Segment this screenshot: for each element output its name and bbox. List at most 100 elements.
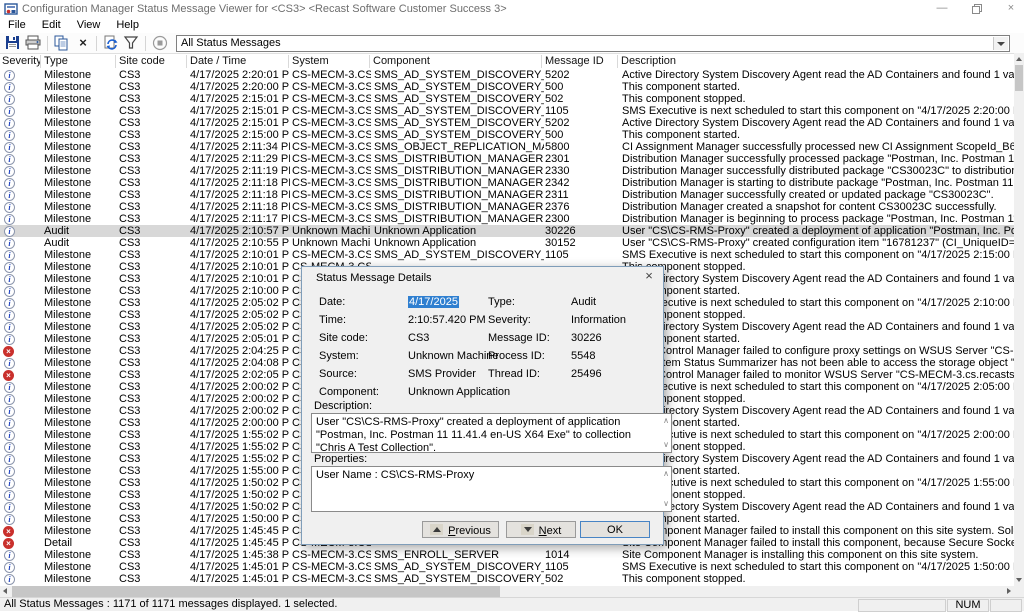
menu-item-file[interactable]: File	[0, 18, 34, 33]
table-row[interactable]: iMilestoneCS34/17/2025 2:11:17 PMCS-MECM…	[0, 213, 1014, 225]
copy-icon	[54, 35, 69, 51]
horizontal-scrollbar[interactable]	[0, 586, 1014, 597]
cell-system: Unknown Machi...	[292, 237, 371, 249]
table-row[interactable]: iMilestoneCS34/17/2025 2:11:29 PMCS-MECM…	[0, 153, 1014, 165]
menu-item-help[interactable]: Help	[108, 18, 147, 33]
refresh-button[interactable]	[103, 35, 121, 52]
copy-button[interactable]	[54, 35, 72, 52]
menu-item-view[interactable]: View	[69, 18, 109, 33]
ok-button[interactable]: OK	[580, 521, 650, 538]
scroll-left-icon[interactable]	[3, 588, 7, 594]
table-row[interactable]: iAuditCS34/17/2025 2:10:55 PMUnknown Mac…	[0, 237, 1014, 249]
cell-type: Milestone	[44, 525, 117, 537]
severity-cell: i	[0, 321, 38, 333]
table-row[interactable]: iMilestoneCS34/17/2025 2:15:01 PMCS-MECM…	[0, 93, 1014, 105]
vertical-scroll-thumb[interactable]	[1015, 65, 1023, 91]
scroll-right-icon[interactable]	[1007, 588, 1011, 594]
table-row[interactable]: iMilestoneCS34/17/2025 2:11:18 PMCS-MECM…	[0, 201, 1014, 213]
cell-date_time: 4/17/2025 2:11:34 PM	[190, 141, 290, 153]
cell-date_time: 4/17/2025 2:05:02 PM	[190, 297, 290, 309]
cell-system: CS-MECM-3.CS....	[292, 165, 371, 177]
cell-description: This component started.	[622, 417, 1014, 429]
cell-date_time: 4/17/2025 2:15:01 PM	[190, 93, 290, 105]
cell-date_time: 4/17/2025 1:45:01 PM	[190, 573, 290, 585]
chevron-up-icon[interactable]: ∧	[663, 417, 669, 425]
column-header-description[interactable]: Description	[617, 55, 1015, 68]
table-row[interactable]: iMilestoneCS34/17/2025 2:15:01 PMCS-MECM…	[0, 105, 1014, 117]
combo-dropdown-button[interactable]	[993, 37, 1008, 50]
table-row[interactable]: iMilestoneCS34/17/2025 2:10:01 PMCS-MECM…	[0, 249, 1014, 261]
cell-site_code: CS3	[119, 225, 188, 237]
severity-cell: i	[0, 453, 38, 465]
description-label: Description:	[314, 400, 372, 412]
scroll-up-icon[interactable]	[1016, 57, 1022, 61]
column-header-system[interactable]: System	[288, 55, 370, 68]
cell-type: Milestone	[44, 393, 117, 405]
next-button[interactable]: Next	[506, 521, 576, 538]
column-header-type[interactable]: Type	[40, 55, 116, 68]
cell-description: User "CS\CS-RMS-Proxy" created configura…	[622, 237, 1014, 249]
table-row[interactable]: iMilestoneCS34/17/2025 1:45:01 PMCS-MECM…	[0, 561, 1014, 573]
cell-description: Site Component Manager failed to install…	[622, 525, 1014, 537]
restore-button[interactable]	[969, 1, 985, 16]
print-button[interactable]	[25, 35, 43, 52]
cell-system: CS-MECM-3.CS....	[292, 573, 371, 585]
column-header-date-time[interactable]: Date / Time	[186, 55, 289, 68]
table-row[interactable]: iMilestoneCS34/17/2025 2:20:01 PMCS-MECM…	[0, 69, 1014, 81]
minimize-button[interactable]: —	[934, 1, 950, 16]
description-box[interactable]: User "CS\CS-RMS-Proxy" created a deploym…	[311, 413, 672, 453]
previous-button[interactable]: Previous	[422, 521, 499, 538]
cell-system: CS-MECM-3.CS....	[292, 153, 371, 165]
cell-site_code: CS3	[119, 357, 188, 369]
refresh-icon	[103, 35, 119, 51]
close-icon[interactable]: ×	[1003, 1, 1019, 16]
close-icon[interactable]: ×	[642, 269, 656, 283]
scroll-down-icon[interactable]	[1016, 578, 1022, 582]
column-header-severity[interactable]: Severity	[0, 55, 41, 68]
filter-combo[interactable]: All Status Messages	[176, 35, 1010, 52]
field-value: Unknown Machine	[408, 350, 499, 362]
cell-description: This component started.	[622, 465, 1014, 477]
cell-date_time: 4/17/2025 2:15:01 PM	[190, 105, 290, 117]
table-row[interactable]: iMilestoneCS34/17/2025 2:20:00 PMCS-MECM…	[0, 81, 1014, 93]
horizontal-scroll-thumb[interactable]	[12, 586, 500, 597]
cell-date_time: 4/17/2025 2:11:29 PM	[190, 153, 290, 165]
cell-type: Milestone	[44, 429, 117, 441]
cell-type: Milestone	[44, 573, 117, 585]
cell-description: Active Directory System Discovery Agent …	[622, 69, 1014, 81]
chevron-up-icon[interactable]: ∧	[663, 470, 669, 478]
column-header-message-id[interactable]: Message ID	[541, 55, 618, 68]
info-icon: i	[4, 466, 15, 477]
severity-cell: i	[0, 117, 38, 129]
vertical-scrollbar[interactable]	[1014, 53, 1024, 586]
table-row[interactable]: iMilestoneCS34/17/2025 2:11:34 PMCS-MECM…	[0, 141, 1014, 153]
cell-message_id: 2376	[545, 201, 619, 213]
menu-item-edit[interactable]: Edit	[34, 18, 69, 33]
table-row[interactable]: iMilestoneCS34/17/2025 2:11:19 PMCS-MECM…	[0, 165, 1014, 177]
table-row[interactable]: iAuditCS34/17/2025 2:10:57 PMUnknown Mac…	[0, 225, 1014, 237]
table-row[interactable]: iMilestoneCS34/17/2025 2:15:01 PMCS-MECM…	[0, 117, 1014, 129]
table-row[interactable]: iMilestoneCS34/17/2025 2:11:18 PMCS-MECM…	[0, 177, 1014, 189]
cell-message_id: 30152	[545, 237, 619, 249]
info-icon: i	[4, 310, 15, 321]
chevron-down-icon[interactable]: ∨	[663, 500, 669, 508]
table-row[interactable]: iMilestoneCS34/17/2025 1:45:01 PMCS-MECM…	[0, 573, 1014, 585]
cell-type: Milestone	[44, 117, 117, 129]
severity-cell: i	[0, 477, 38, 489]
stop-button[interactable]	[152, 35, 170, 52]
info-icon: i	[4, 454, 15, 465]
save-button[interactable]	[5, 35, 23, 52]
table-row[interactable]: iMilestoneCS34/17/2025 2:15:00 PMCS-MECM…	[0, 129, 1014, 141]
delete-button[interactable]: ×	[74, 35, 92, 52]
table-row[interactable]: iMilestoneCS34/17/2025 1:45:38 PMCS-MECM…	[0, 549, 1014, 561]
table-row[interactable]: iMilestoneCS34/17/2025 2:11:18 PMCS-MECM…	[0, 189, 1014, 201]
filter-button[interactable]	[123, 35, 141, 52]
properties-box[interactable]: User Name : CS\CS-RMS-Proxy ∧ ∨	[311, 466, 672, 512]
cell-type: Milestone	[44, 153, 117, 165]
cell-message_id: 1105	[545, 561, 619, 573]
column-header-component[interactable]: Component	[369, 55, 542, 68]
cell-site_code: CS3	[119, 537, 188, 549]
column-header-site-code[interactable]: Site code	[115, 55, 187, 68]
chevron-down-icon[interactable]: ∨	[663, 441, 669, 449]
field-label: Date:	[319, 296, 345, 308]
